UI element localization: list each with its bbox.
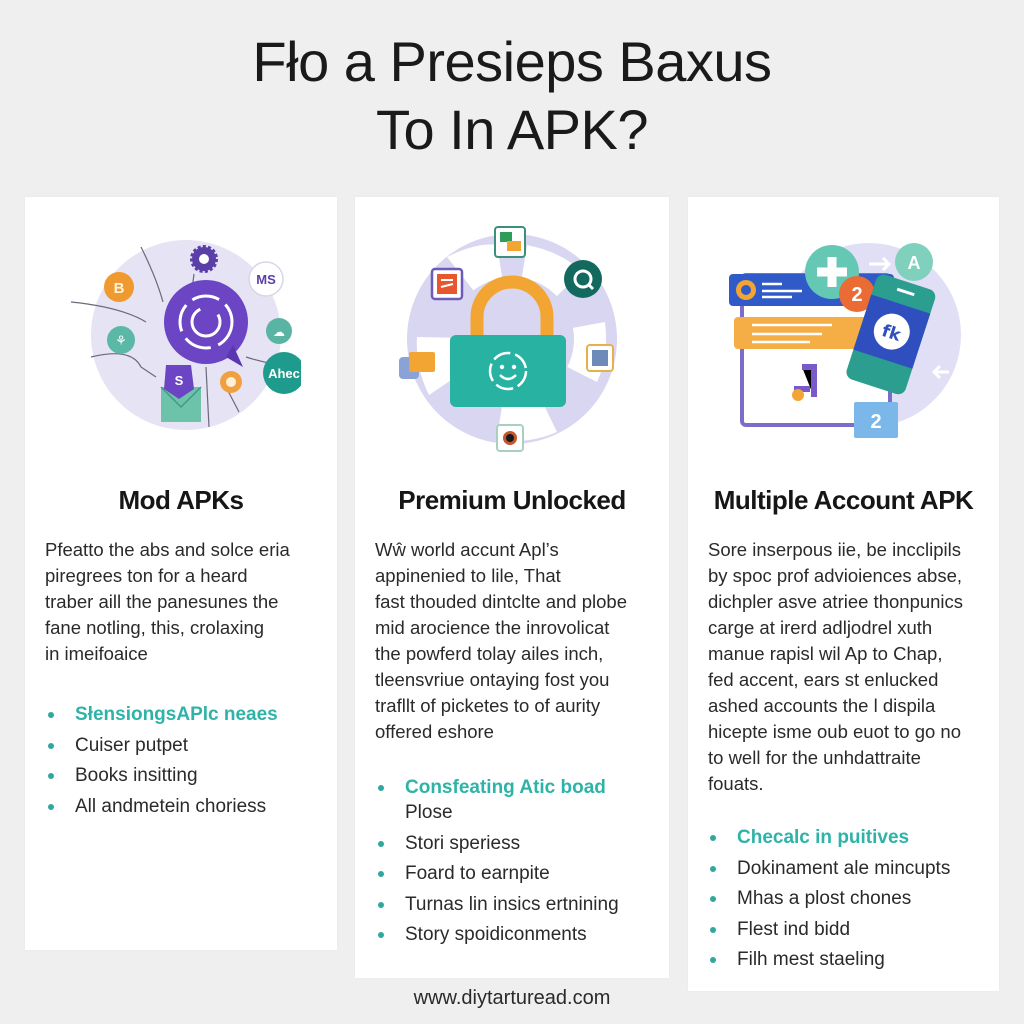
description-line: tleensvriue ontaying fost you — [375, 669, 610, 690]
description-line: piregrees ton for a heard — [45, 565, 248, 586]
title-line-2: To In APK? — [375, 98, 649, 161]
card-description: Pfeatto the abs and solce eria piregrees… — [45, 537, 323, 667]
footer-url[interactable]: www.dіytarturead.com — [0, 987, 1024, 1010]
padlock-body — [450, 335, 566, 407]
feature-list: SłensiongsAPlc neaes Cuiser putpet Books… — [45, 702, 327, 824]
b-label: B — [114, 280, 125, 297]
network-hub-illustration: MS B ⚘ ☁ Ahec S — [25, 217, 337, 467]
description-line: dichpler asve atriee thonpunics — [708, 591, 964, 612]
list-item: Books insitting — [45, 763, 327, 788]
list-item: Consfeating Atic boad Plose — [375, 775, 663, 825]
description-line: ashed accounts the l dispila — [708, 695, 936, 716]
description-line: manue rapisl wil Ap to Chap, — [708, 643, 943, 664]
card-heading: Mod APKs — [118, 485, 244, 515]
list-item: Filh mest staeling — [707, 947, 993, 972]
list-item: Foard to earnpite — [375, 861, 663, 886]
description-line: Sore inserpous iie, be incclipils — [708, 539, 961, 560]
description-line: the powferd tolay ailes inch, — [375, 643, 604, 664]
card-heading: Multiple Account APK — [713, 485, 974, 515]
page-title: Fło a Presieps Baxus To In APK? — [0, 28, 1024, 164]
description-line: fast thouded dintclte and plobe — [375, 591, 627, 612]
feature-list: Checalc in puitives Dokinament ale mincu… — [707, 825, 993, 978]
list-item: Cuiser putpet — [45, 733, 327, 758]
card-heading: Premium Unlocked — [398, 485, 626, 515]
list-item: Dokinament ale mincupts — [707, 856, 993, 881]
list-item: Flest ind bidd — [707, 917, 993, 942]
description-line: Wŵ world accunt Apl’s — [375, 539, 559, 560]
list-item: Checalc in puitives — [707, 825, 993, 850]
description-line: hicepte isme oub euot to go no — [708, 721, 962, 742]
list-item: All andmetein choriess — [45, 794, 327, 819]
svg-text:☁: ☁ — [273, 325, 285, 339]
count-badge-label: 2 — [851, 284, 862, 306]
list-item: Story spoidiconments — [375, 922, 663, 947]
ms-label: MS — [256, 272, 276, 287]
description-line: trafllt of picketes to of aurity — [375, 695, 601, 716]
description-line: in imeifoaice — [45, 643, 148, 664]
card-premium-unlocked: Premium Unlocked Wŵ world accunt Apl’s a… — [355, 197, 669, 978]
list-item: SłensiongsAPlc neaes — [45, 702, 327, 727]
description-line: fouats. — [708, 773, 764, 794]
list-item-rest: Plose — [405, 802, 453, 823]
search-app-icon — [564, 260, 602, 298]
feature-list: Consfeating Atic boad Plose Stori speries… — [375, 775, 663, 953]
multiple-account-illustration: 2 A fk 2 — [688, 217, 999, 467]
description-line: mid arocience the inrovolicat — [375, 617, 610, 638]
description-line: to well for the unhdattraite — [708, 747, 921, 768]
card-mod-apks: MS B ⚘ ☁ Ahec S Mod APKs Pfeatto the abs… — [25, 197, 337, 950]
description-line: Pfeatto the abs and solce eria — [45, 539, 290, 560]
svg-text:⚘: ⚘ — [115, 334, 127, 349]
s-label: S — [175, 373, 184, 388]
description-line: offered eshore — [375, 721, 494, 742]
list-item-accent: Consfeating Atic boad — [405, 777, 606, 798]
description-line: fane notling, this, crolaxing — [45, 617, 265, 638]
list-item: Mhas a plost chones — [707, 886, 993, 911]
description-line: by spoc prof advioiences abse, — [708, 565, 963, 586]
description-line: traber aill the panesunes the — [45, 591, 279, 612]
card-description: Sore inserpous iie, be incclipils by spo… — [708, 537, 985, 797]
description-line: appinenied to lile, That — [375, 565, 561, 586]
description-line: fed accent, ears st enlucked — [708, 669, 939, 690]
card-multiple-account-apk: 2 A fk 2 Multiple Account APK Sore inser… — [688, 197, 999, 991]
card-description: Wŵ world accunt Apl’s appinenied to lile… — [375, 537, 655, 745]
description-line: carge at irerd adljodrel xuth — [708, 617, 933, 638]
title-line-1: Fło a Presieps Baxus — [252, 30, 772, 93]
ahec-label: Ahec — [268, 366, 300, 381]
list-item: Stori speriess — [375, 831, 663, 856]
a-badge-label: A — [907, 253, 920, 273]
unlocked-padlock-illustration — [355, 217, 669, 467]
second-account-label: 2 — [870, 411, 881, 433]
list-item: Turnas lin insics ertnining — [375, 892, 663, 917]
